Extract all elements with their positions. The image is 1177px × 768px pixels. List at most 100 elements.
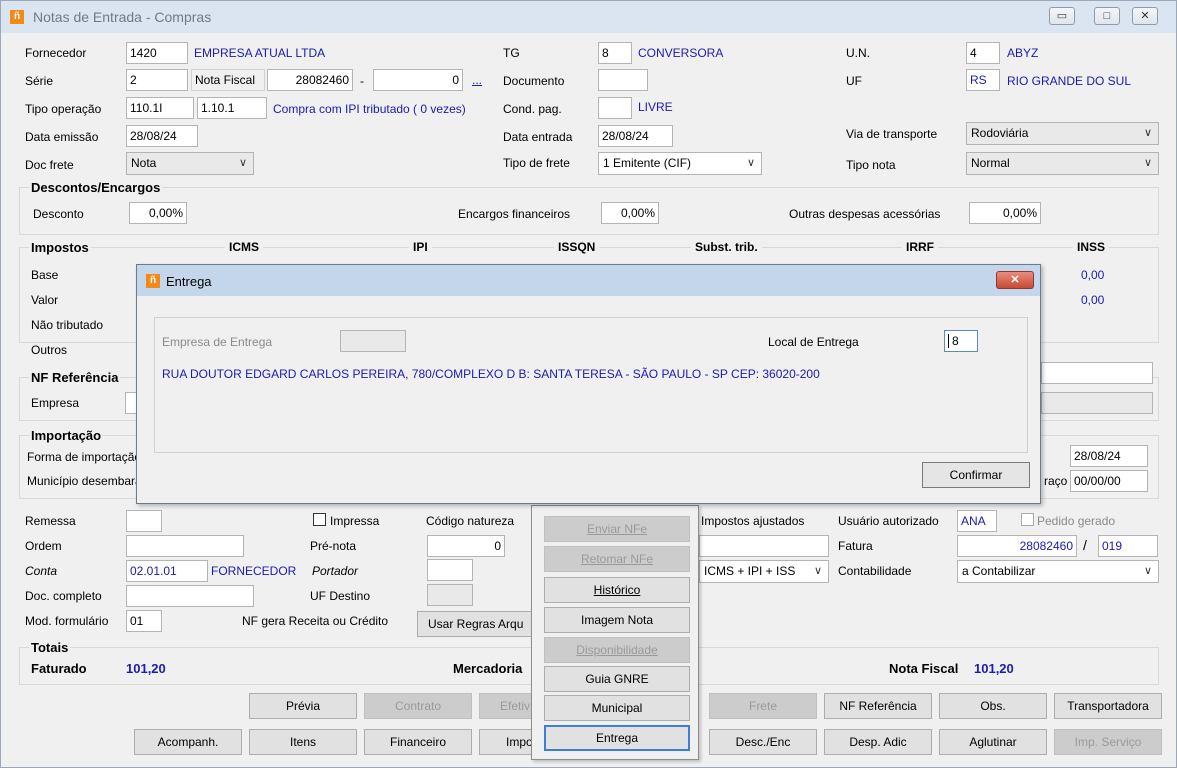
- impostos-col-inss: INSS: [1073, 240, 1110, 254]
- nf-gera-label: NF gera Receita ou Crédito: [242, 614, 389, 628]
- pedido-gerado-label: Pedido gerado: [1037, 514, 1116, 528]
- acompanhamento-button[interactable]: Acompanh.: [134, 729, 242, 755]
- tipo-operacao-desc: Compra com IPI tributado ( 0 vezes): [273, 102, 466, 116]
- fatura-parcela-input[interactable]: 019: [1098, 535, 1158, 557]
- fatura-input[interactable]: 28082460: [957, 535, 1077, 557]
- title-bar: ñ Notas de Entrada - Compras ▭ □ ✕: [1, 1, 1176, 33]
- nota-fiscal-label: Nota Fiscal: [191, 69, 265, 91]
- chevron-down-icon: ∨: [238, 157, 247, 169]
- desconto-input[interactable]: 0,00%: [129, 202, 187, 224]
- app-icon: ñ: [10, 10, 24, 24]
- impressa-checkbox[interactable]: [313, 513, 326, 526]
- historico-button[interactable]: Histórico: [544, 577, 690, 603]
- remessa-input[interactable]: [126, 510, 162, 532]
- municipal-button[interactable]: Municipal: [544, 695, 690, 721]
- local-entrega-input[interactable]: 8: [944, 330, 978, 352]
- financeiro-button[interactable]: Financeiro: [364, 729, 472, 755]
- importacao-date-input[interactable]: 28/08/24: [1070, 445, 1148, 467]
- data-entrada-input[interactable]: 28/08/24: [598, 125, 673, 147]
- conta-desc: FORNECEDOR: [211, 564, 297, 578]
- pre-nota-input[interactable]: 0: [427, 535, 505, 557]
- outras-despesas-input[interactable]: 0,00%: [969, 202, 1041, 224]
- close-button[interactable]: ✕: [1132, 7, 1158, 25]
- cond-pag-input[interactable]: [598, 97, 632, 119]
- serie-input[interactable]: 2: [126, 69, 188, 91]
- previa-button[interactable]: Prévia: [249, 693, 357, 719]
- nf-referencia-button[interactable]: NF Referência: [824, 693, 932, 719]
- dialog-close-button[interactable]: ✕: [996, 271, 1034, 289]
- impostos-ajustados-input[interactable]: [699, 535, 829, 557]
- desc-enc-button[interactable]: Desc./Enc: [709, 729, 817, 755]
- minimize-button[interactable]: ▭: [1049, 7, 1075, 25]
- impostos-ajustados-select[interactable]: ICMS + IPI + ISS ∨: [699, 560, 829, 583]
- nf-ref-empresa-label: Empresa: [31, 396, 80, 410]
- aglutinar-button[interactable]: Aglutinar: [939, 729, 1047, 755]
- encargos-label: Encargos financeiros: [458, 207, 571, 221]
- ordem-input[interactable]: [126, 535, 244, 557]
- fornecedor-code-input[interactable]: 1420: [126, 42, 188, 64]
- impostos-col-icms: ICMS: [225, 240, 263, 254]
- conta-input[interactable]: 02.01.01: [126, 560, 208, 582]
- remessa-label: Remessa: [25, 514, 76, 528]
- doc-frete-select[interactable]: Nota ∨: [126, 152, 254, 175]
- nf-referencia-title: NF Referência: [29, 370, 121, 385]
- tg-input[interactable]: 8: [598, 42, 632, 64]
- guia-gnre-button[interactable]: Guia GNRE: [544, 666, 690, 692]
- pedido-gerado-checkbox: [1021, 513, 1034, 526]
- desp-adic-button[interactable]: Desp. Adic: [824, 729, 932, 755]
- confirmar-button[interactable]: Confirmar: [922, 462, 1030, 488]
- itens-button[interactable]: Itens: [249, 729, 357, 755]
- usuario-autorizado-input[interactable]: ANA: [957, 510, 997, 532]
- uf-input[interactable]: RS: [966, 69, 1000, 91]
- data-entrada-label: Data entrada: [503, 130, 573, 144]
- mod-formulario-input[interactable]: 01: [126, 610, 162, 632]
- contabilidade-select[interactable]: a Contabilizar ∨: [957, 560, 1159, 583]
- tipo-frete-label: Tipo de frete: [503, 156, 570, 170]
- un-input[interactable]: 4: [966, 42, 1000, 64]
- tipo-frete-select[interactable]: 1 Emitente (CIF) ∨: [598, 152, 762, 175]
- usar-regras-select[interactable]: Usar Regras Arqu: [417, 611, 533, 637]
- impostos-button[interactable]: Impo: [479, 729, 533, 755]
- totais-title: Totais: [29, 640, 71, 655]
- desembaraco-date-input[interactable]: 00/00/00: [1070, 470, 1148, 492]
- doc-frete-value: Nota: [131, 156, 157, 170]
- inss-valor-value: 0,00: [1081, 293, 1105, 307]
- actions-popup-menu: Enviar NFe Retomar NFe Histórico Imagem …: [531, 505, 699, 760]
- via-transporte-select[interactable]: Rodoviária ∨: [966, 122, 1159, 145]
- impressa-label: Impressa: [330, 514, 380, 528]
- nf-ref-right-input-2: [1041, 392, 1153, 414]
- documento-input[interactable]: [598, 69, 648, 91]
- obs-button[interactable]: Obs.: [939, 693, 1047, 719]
- tipo-nota-select[interactable]: Normal ∨: [966, 152, 1159, 175]
- fatura-label: Fatura: [838, 539, 873, 553]
- maximize-button[interactable]: □: [1094, 7, 1120, 25]
- dialog-content-frame: [154, 317, 1028, 453]
- nf-lookup-button[interactable]: ...: [472, 73, 482, 87]
- nota-fiscal-input[interactable]: 28082460: [267, 69, 353, 91]
- tipo-operacao-input[interactable]: 110.1I: [126, 97, 194, 119]
- impostos-col-subst-trib: Subst. trib.: [691, 240, 762, 254]
- doc-completo-label: Doc. completo: [25, 589, 102, 603]
- importacao-title: Importação: [29, 428, 104, 443]
- portador-input[interactable]: [427, 559, 473, 581]
- nota-fiscal-suffix-input[interactable]: 0: [373, 69, 463, 91]
- tipo-operacao-input-2[interactable]: 1.10.1: [197, 97, 267, 119]
- encargos-input[interactable]: 0,00%: [601, 202, 659, 224]
- nf-ref-right-input[interactable]: [1041, 362, 1153, 384]
- entrega-button[interactable]: Entrega: [544, 725, 690, 751]
- local-entrega-label: Local de Entrega: [768, 335, 859, 349]
- conta-label: Conta: [25, 564, 58, 578]
- chevron-down-icon: ∨: [1143, 127, 1152, 139]
- uf-desc: RIO GRANDE DO SUL: [1007, 74, 1132, 88]
- tg-desc: CONVERSORA: [638, 46, 724, 60]
- desconto-label: Desconto: [33, 207, 84, 221]
- imagem-nota-button[interactable]: Imagem Nota: [544, 607, 690, 633]
- transportadora-button[interactable]: Transportadora: [1054, 693, 1162, 719]
- impostos-col-irrf: IRRF: [902, 240, 938, 254]
- codigo-natureza-label: Código natureza: [426, 514, 515, 528]
- data-emissao-input[interactable]: 28/08/24: [126, 125, 198, 147]
- imp-servico-button: Imp. Serviço: [1054, 729, 1162, 755]
- impostos-title: Impostos: [29, 240, 91, 255]
- serie-label: Série: [25, 74, 54, 88]
- doc-completo-input[interactable]: [126, 585, 254, 607]
